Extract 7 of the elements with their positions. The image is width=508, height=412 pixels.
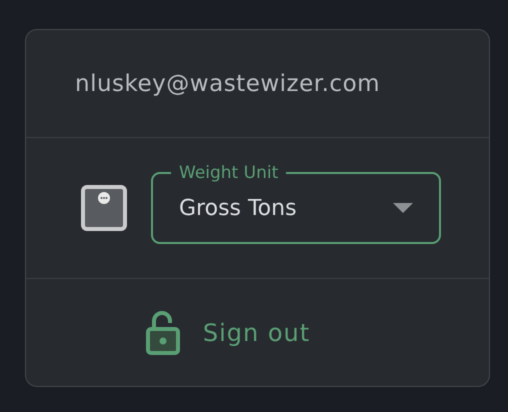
sign-out-button[interactable]: Sign out: [144, 310, 310, 354]
caret-icon: [393, 203, 413, 213]
account-email: nluskey@wastewizer.com: [75, 70, 380, 96]
scale-icon: [81, 185, 127, 231]
unlocked-padlock-icon: [144, 310, 181, 354]
field-label: Weight Unit: [178, 162, 280, 184]
selected-value: Gross Tons: [179, 196, 297, 220]
